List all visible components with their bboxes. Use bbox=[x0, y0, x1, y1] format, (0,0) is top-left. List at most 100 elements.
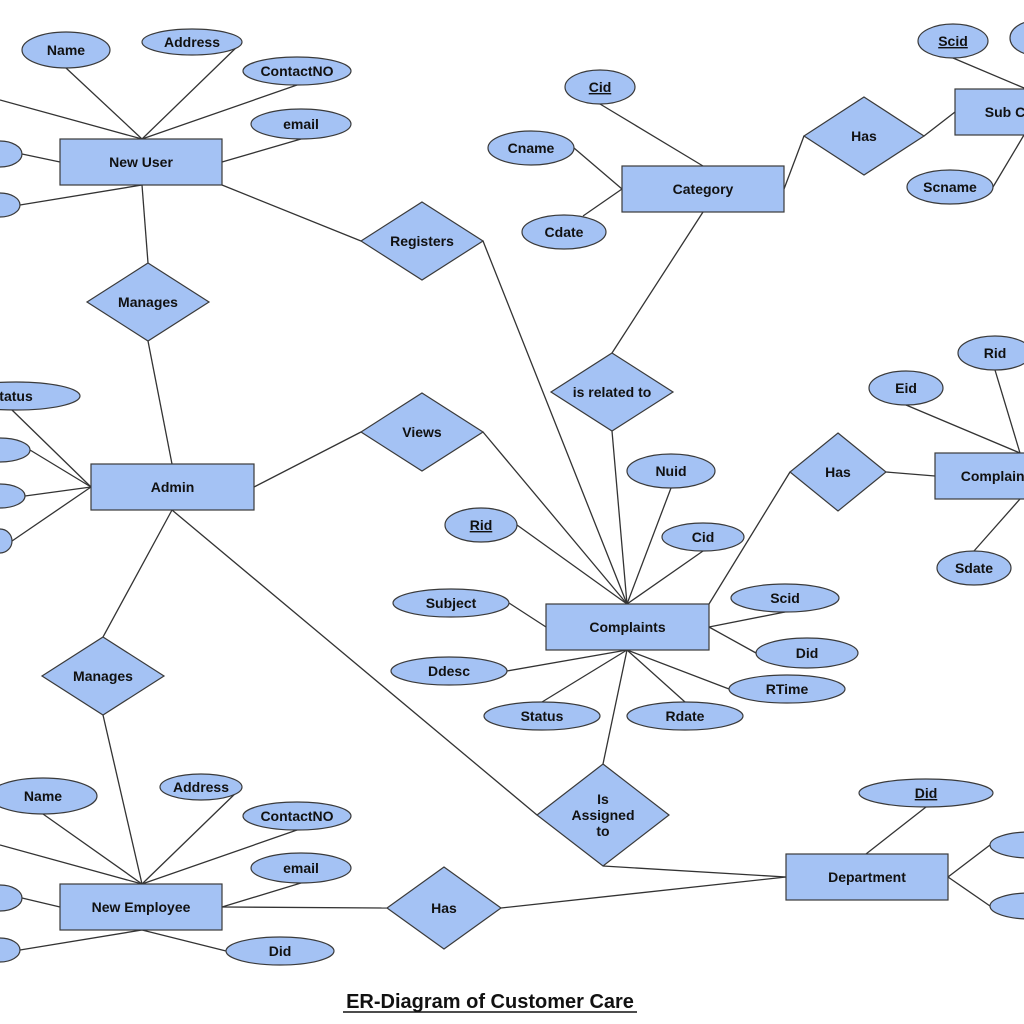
attribute-c-status: Status bbox=[483, 701, 601, 731]
attribute-label: Name bbox=[24, 788, 62, 804]
attribute-ad-left3 bbox=[0, 528, 13, 554]
connector-line bbox=[602, 649, 628, 765]
connector-line bbox=[102, 714, 143, 885]
relationship-label: Has bbox=[825, 464, 851, 480]
attribute-c-did: Did bbox=[755, 637, 859, 669]
attribute-d-right1 bbox=[989, 831, 1024, 859]
connector-line bbox=[141, 786, 243, 885]
entity-department: Department bbox=[785, 853, 949, 901]
relationship-label: Views bbox=[402, 424, 442, 440]
attribute-ellipse bbox=[0, 483, 26, 509]
connector-line bbox=[992, 134, 1024, 188]
attribute-label: Ddesc bbox=[428, 663, 470, 679]
attribute-label: Scid bbox=[938, 33, 968, 49]
attribute-label: email bbox=[283, 116, 319, 132]
connector-line bbox=[102, 509, 173, 638]
relationship-manages-employee: Manages bbox=[40, 636, 166, 716]
attribute-ellipse bbox=[989, 831, 1024, 859]
attribute-label: RTime bbox=[766, 681, 809, 697]
connector-line bbox=[19, 184, 143, 206]
attribute-ne-left2 bbox=[0, 937, 21, 963]
connector-line bbox=[602, 865, 787, 878]
attribute-c-nuid: Nuid bbox=[626, 453, 716, 489]
connector-line bbox=[221, 138, 302, 163]
attribute-d-did: Did bbox=[858, 778, 994, 808]
connector-line bbox=[626, 487, 672, 605]
attribute-ellipse bbox=[1009, 22, 1024, 54]
connector-line bbox=[573, 147, 623, 190]
entity-label: New Employee bbox=[92, 899, 191, 915]
connector-line bbox=[24, 486, 92, 497]
attribute-ellipse bbox=[0, 437, 31, 463]
entity-label: Complaint bbox=[961, 468, 1024, 484]
entity-label: Complaints bbox=[589, 619, 665, 635]
entity-admin: Admin bbox=[90, 463, 255, 511]
attribute-label: Rdate bbox=[666, 708, 705, 724]
attribute-label: ContactNO bbox=[260, 808, 333, 824]
attribute-cs-eid: Eid bbox=[868, 370, 944, 406]
attribute-label: Cname bbox=[508, 140, 555, 156]
attribute-label: Sdate bbox=[955, 560, 993, 576]
attribute-label: Address bbox=[173, 779, 229, 795]
entity-sub-category: Sub C bbox=[954, 88, 1024, 136]
connector-line bbox=[626, 649, 730, 690]
attribute-c-rtime: RTime bbox=[728, 674, 846, 704]
attribute-label: Cid bbox=[589, 79, 612, 95]
attribute-label: Rid bbox=[984, 345, 1007, 361]
attribute-c-cid: Cid bbox=[661, 522, 745, 552]
relationship-has-department: Has bbox=[385, 866, 503, 950]
relationship-label: Is bbox=[597, 791, 609, 807]
connector-line bbox=[21, 897, 61, 908]
connector-line bbox=[582, 188, 623, 217]
connector-line bbox=[626, 550, 704, 605]
attribute-ellipse bbox=[0, 937, 21, 963]
entity-new-user: New User bbox=[59, 138, 223, 186]
attribute-nu-left1 bbox=[0, 140, 23, 168]
attribute-sc-scid: Scid bbox=[917, 23, 989, 59]
relationship-label: Has bbox=[851, 128, 877, 144]
attribute-label: Scname bbox=[923, 179, 977, 195]
connector-line bbox=[147, 340, 173, 465]
entity-new-employee: New Employee bbox=[59, 883, 223, 931]
attribute-label: Did bbox=[269, 943, 292, 959]
entity-complaint-status: Complaint bbox=[934, 452, 1024, 500]
connector-line bbox=[783, 135, 805, 190]
connector-line bbox=[626, 649, 686, 703]
attribute-nu-name: Name bbox=[21, 31, 111, 69]
attribute-label: Name bbox=[47, 42, 85, 58]
attribute-label: Rid bbox=[470, 517, 493, 533]
connector-line bbox=[253, 431, 362, 488]
attribute-label: Cid bbox=[692, 529, 715, 545]
relationship-has-status: Has bbox=[789, 432, 887, 512]
attribute-cat-cname: Cname bbox=[487, 130, 575, 166]
attribute-ellipse bbox=[0, 884, 23, 912]
connector-line bbox=[141, 184, 149, 264]
attribute-label: Subject bbox=[426, 595, 477, 611]
entity-complaints: Complaints bbox=[545, 603, 710, 651]
connector-line bbox=[500, 876, 787, 909]
attribute-ad-left1 bbox=[0, 437, 31, 463]
connector-line bbox=[141, 41, 243, 140]
attribute-label: Scid bbox=[770, 590, 800, 606]
attribute-c-ddesc: Ddesc bbox=[390, 656, 508, 686]
attribute-label: Address bbox=[164, 34, 220, 50]
connector-line bbox=[611, 430, 628, 605]
relationship-label: Registers bbox=[390, 233, 454, 249]
relationship-views: Views bbox=[359, 392, 485, 472]
attribute-label: Did bbox=[796, 645, 819, 661]
attribute-nu-email: email bbox=[250, 108, 352, 140]
attribute-ne-address: Address bbox=[159, 773, 243, 801]
connector-line bbox=[994, 369, 1021, 454]
connector-line bbox=[141, 929, 227, 952]
attribute-ne-name: Name bbox=[0, 777, 98, 815]
attribute-ne-left1 bbox=[0, 884, 23, 912]
connector-line bbox=[221, 882, 302, 908]
connector-line bbox=[0, 844, 143, 885]
connector-line bbox=[952, 57, 1024, 89]
entity-label: Category bbox=[673, 181, 734, 197]
attribute-d-right2 bbox=[989, 892, 1024, 920]
connector-line bbox=[221, 184, 362, 242]
connector-line bbox=[923, 111, 956, 137]
connector-line bbox=[947, 844, 991, 878]
entity-category: Category bbox=[621, 165, 785, 213]
